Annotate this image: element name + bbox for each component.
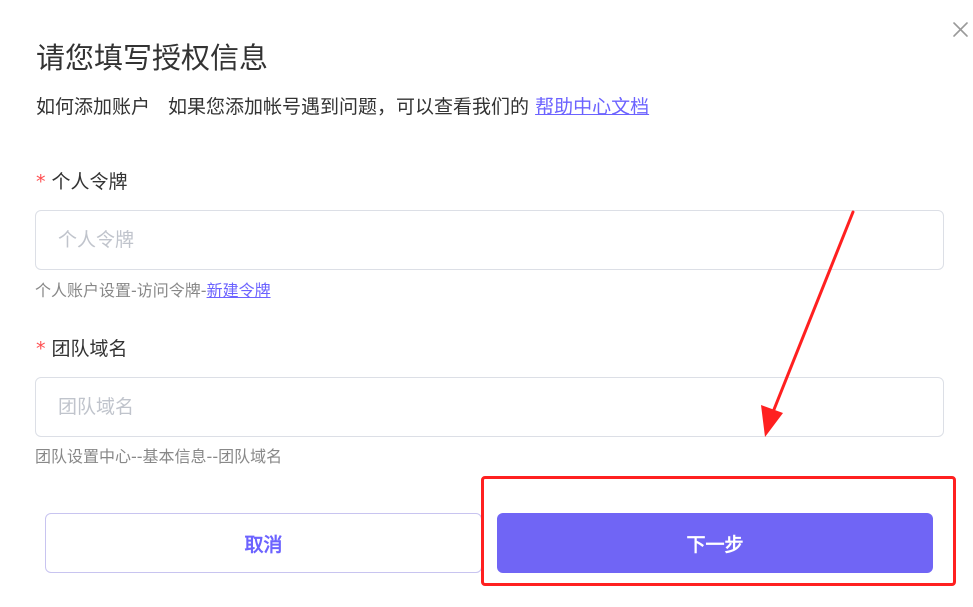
domain-input[interactable] bbox=[35, 377, 944, 437]
required-mark: * bbox=[36, 171, 46, 193]
token-help: 个人账户设置-访问令牌-新建令牌 bbox=[35, 279, 271, 303]
intro-text: 如果您添加帐号遇到问题，可以查看我们的 bbox=[168, 96, 530, 118]
intro-label: 如何添加账户 bbox=[36, 96, 151, 118]
required-mark: * bbox=[36, 338, 46, 360]
intro-line: 如何添加账户 如果您添加帐号遇到问题，可以查看我们的 帮助中心文档 bbox=[36, 93, 649, 121]
domain-help: 团队设置中心--基本信息--团队域名 bbox=[35, 447, 283, 466]
domain-label-text: 团队域名 bbox=[51, 338, 128, 360]
token-field-label: * 个人令牌 bbox=[36, 168, 128, 196]
help-center-link[interactable]: 帮助中心文档 bbox=[535, 96, 649, 118]
close-button[interactable] bbox=[950, 19, 970, 39]
token-label-text: 个人令牌 bbox=[51, 171, 128, 193]
dialog-title: 请您填写授权信息 bbox=[36, 41, 269, 75]
close-icon bbox=[953, 22, 968, 37]
token-help-text: 个人账户设置-访问令牌- bbox=[35, 281, 207, 300]
domain-field-label: * 团队域名 bbox=[36, 335, 128, 363]
next-step-button[interactable]: 下一步 bbox=[497, 513, 933, 573]
new-token-link[interactable]: 新建令牌 bbox=[207, 281, 271, 300]
cancel-button[interactable]: 取消 bbox=[45, 513, 482, 573]
authorization-dialog: 请您填写授权信息 如何添加账户 如果您添加帐号遇到问题，可以查看我们的 帮助中心文… bbox=[0, 0, 973, 607]
token-input[interactable] bbox=[35, 210, 944, 270]
